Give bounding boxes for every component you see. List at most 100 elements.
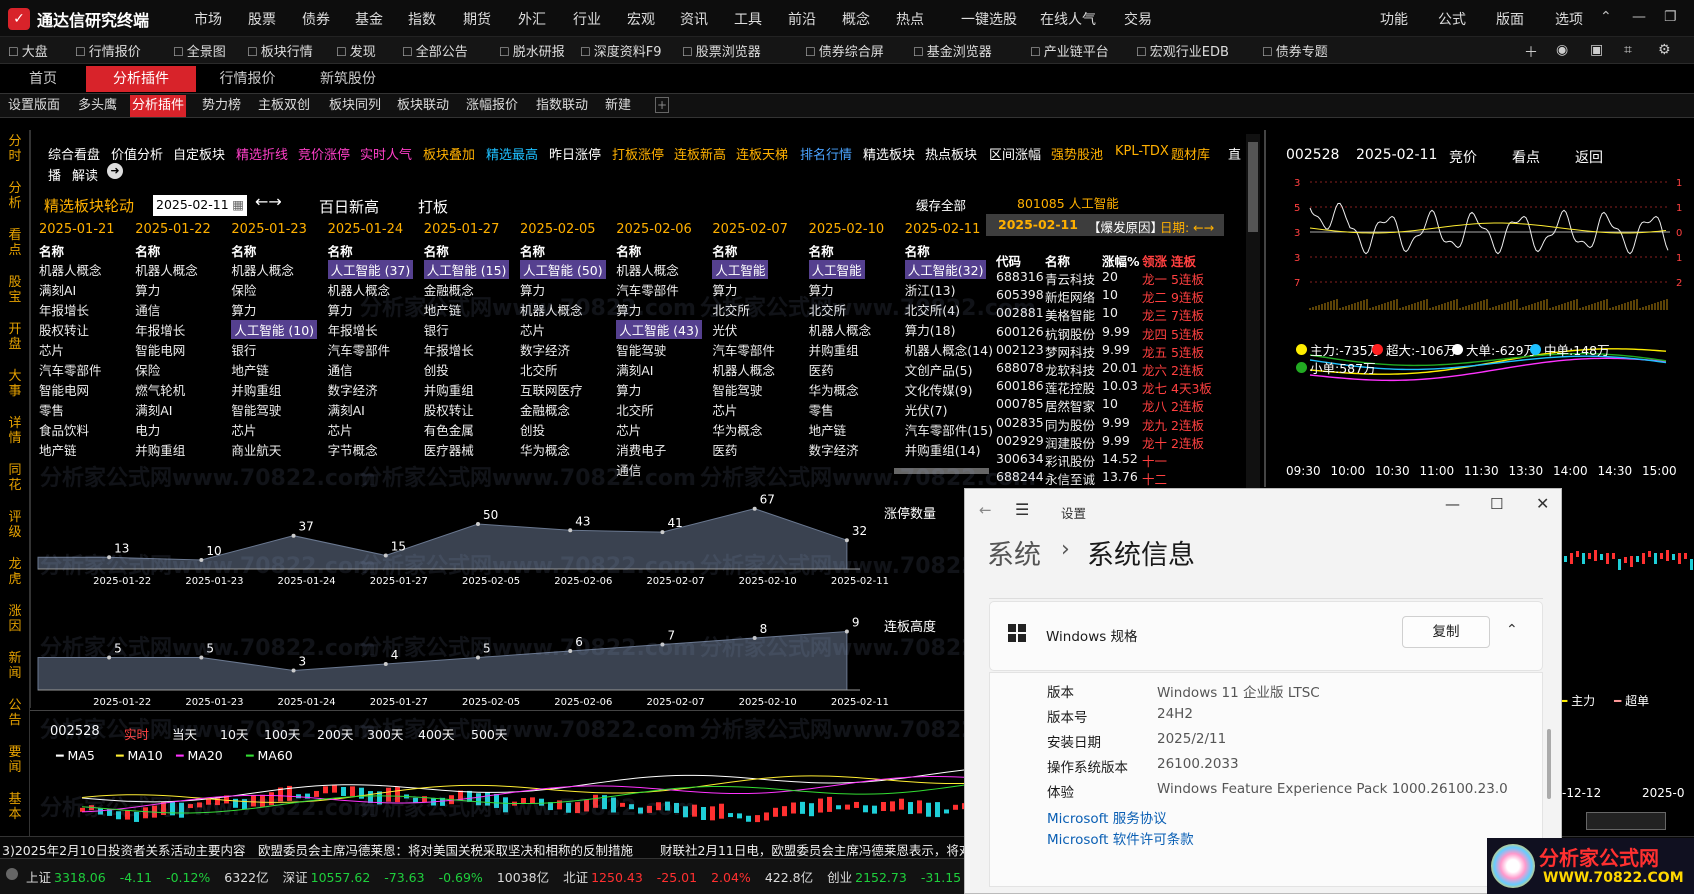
sector-cell[interactable]: 汽车零部件 <box>328 340 391 359</box>
menu-item[interactable]: 期货 <box>463 9 491 29</box>
sub-tab[interactable]: 设置版面 <box>6 95 62 117</box>
minimize-icon[interactable]: — <box>1632 9 1646 25</box>
sector-cell[interactable]: 股权转让 <box>424 400 474 419</box>
sub-tab[interactable]: 新建 <box>603 95 633 117</box>
toolbar-button[interactable]: ☐ 基金浏览器 <box>913 41 992 60</box>
specs-header[interactable]: Windows 规格 复制 ⌃ <box>989 601 1543 671</box>
sector-cell[interactable]: 股权转让 <box>39 320 89 339</box>
left-nav-item[interactable]: 同花 <box>8 463 22 493</box>
category-item[interactable]: 区间涨幅 <box>989 144 1041 163</box>
menu-item[interactable]: 行业 <box>573 9 601 29</box>
sector-cell[interactable]: 创投 <box>424 360 449 379</box>
tab-auction[interactable]: 竞价 <box>1449 147 1477 167</box>
date-picker[interactable]: 2025-02-11 ▦ <box>153 195 247 216</box>
sector-cell[interactable]: 芯片 <box>39 340 64 359</box>
menu-item[interactable]: 基金 <box>355 9 383 29</box>
menu-item-right[interactable]: 版面 <box>1496 9 1524 29</box>
sub-tab[interactable]: 板块联动 <box>395 95 451 117</box>
sector-cell[interactable]: 金融概念 <box>520 400 570 419</box>
left-nav-item[interactable]: 股宝 <box>8 275 22 305</box>
sector-cell[interactable]: 满刻AI <box>328 400 365 419</box>
back-icon[interactable]: ← <box>979 501 992 519</box>
limit-cell[interactable]: 梦网科技 <box>1045 342 1095 361</box>
category-item[interactable]: 昨日涨停 <box>549 144 601 163</box>
category-item[interactable]: 竞价涨停 <box>298 144 350 163</box>
limit-cell[interactable]: 居然智家 <box>1045 396 1095 415</box>
menu-item[interactable]: 股票 <box>248 9 276 29</box>
sector-cell[interactable]: 光伏(7) <box>905 400 948 419</box>
sub-tab[interactable]: 主板双创 <box>256 95 312 117</box>
sector-cell[interactable]: 燃气轮机 <box>135 380 185 399</box>
globe-icon[interactable]: ◉ <box>1556 42 1568 58</box>
left-nav-item[interactable]: 开盘 <box>8 322 22 352</box>
sector-cell[interactable]: 通信 <box>135 300 160 319</box>
sector-cell[interactable]: 并购重组 <box>135 440 185 459</box>
sector-cell[interactable]: 华为概念 <box>712 420 762 439</box>
category-item[interactable]: KPL-TDX <box>1115 144 1169 159</box>
ticker-item[interactable]: 财联社2月11日电，欧盟委员会主席冯德莱恩表示，将对美 <box>660 840 984 859</box>
sector-cell[interactable]: 算力(18) <box>905 320 956 339</box>
sector-cell[interactable]: 机器人概念 <box>809 320 872 339</box>
sector-cell[interactable]: 智能电网 <box>39 380 89 399</box>
sector-cell[interactable]: 互联网医疗 <box>520 380 583 399</box>
left-nav-item[interactable]: 看点 <box>8 228 22 258</box>
left-nav-item[interactable]: 评级 <box>8 510 22 540</box>
dialog-link[interactable]: Microsoft 服务协议 <box>1047 807 1167 827</box>
sector-cell[interactable]: 零售 <box>39 400 64 419</box>
toolbar-button[interactable]: ☐ 产业链平台 <box>1030 41 1109 60</box>
sector-cell[interactable]: 芯片 <box>328 420 353 439</box>
toolbar-button[interactable]: ☐ 股票浏览器 <box>682 41 761 60</box>
toolbar-button[interactable]: ☐ 脱水研报 <box>499 41 565 60</box>
sector-cell[interactable]: 通信 <box>328 360 353 379</box>
sector-cell[interactable]: 华为概念 <box>809 380 859 399</box>
category-item[interactable]: 播 <box>48 165 61 184</box>
sub-tab[interactable]: 多头鹰 <box>76 95 119 117</box>
sector-cell[interactable]: 机器人概念(14) <box>905 340 993 359</box>
toolbar-button[interactable]: ☐ 全部公告 <box>402 41 468 60</box>
left-nav-item[interactable]: 分时 <box>8 134 22 164</box>
sector-cell[interactable]: 保险 <box>135 360 160 379</box>
menu-item[interactable]: 外汇 <box>518 9 546 29</box>
sector-cell[interactable]: 光伏 <box>712 320 737 339</box>
toolbar-button[interactable]: ☐ 债券专题 <box>1262 41 1328 60</box>
category-item[interactable]: 热点板块 <box>925 144 977 163</box>
toolbar-button[interactable]: ☐ 债券综合屏 <box>805 41 884 60</box>
sector-cell[interactable]: 食品饮料 <box>39 420 89 439</box>
sector-cell[interactable]: 年报增长 <box>424 340 474 359</box>
ticker-item[interactable]: 欧盟委员会主席冯德莱恩：将对美国关税采取坚决和相称的反制措施 <box>258 840 633 859</box>
limit-cell[interactable]: 新炬网络 <box>1045 287 1095 306</box>
cache-all-button[interactable]: 缓存全部 <box>916 195 966 214</box>
range-scroller[interactable] <box>1586 812 1666 830</box>
left-nav-item[interactable]: 大事 <box>8 369 22 399</box>
sector-cell[interactable]: 文化传媒(9) <box>905 380 973 399</box>
sector-cell[interactable]: 汽车零部件(15) <box>905 420 993 439</box>
sector-cell[interactable]: 并购重组 <box>424 380 474 399</box>
sector-cell[interactable]: 年报增长 <box>39 300 89 319</box>
category-item[interactable]: 板块叠加 <box>423 144 475 163</box>
sector-cell[interactable]: 算力 <box>328 300 353 319</box>
left-nav-item[interactable]: 涨因 <box>8 604 22 634</box>
sector-cell[interactable]: 智能驾驶 <box>712 380 762 399</box>
category-item[interactable]: 解读 <box>72 165 98 184</box>
menu-item[interactable]: 一键选股 <box>961 9 1017 29</box>
sector-cell[interactable]: 满刻AI <box>616 360 653 379</box>
sector-cell[interactable]: 字节概念 <box>328 440 378 459</box>
toolbar-button[interactable]: ☐ 行情报价 <box>75 41 141 60</box>
menu-item[interactable]: 宏观 <box>627 9 655 29</box>
menu-item[interactable]: 在线人气 <box>1040 9 1096 29</box>
limit-cell[interactable]: 688078 <box>996 360 1044 375</box>
sector-cell[interactable]: 满刻AI <box>135 400 172 419</box>
sector-cell[interactable]: 满刻AI <box>39 280 76 299</box>
left-nav-item[interactable]: 龙虎 <box>8 557 22 587</box>
limit-cell[interactable]: 龙软科技 <box>1045 360 1095 379</box>
back-button[interactable]: 返回 <box>1575 147 1603 167</box>
sector-cell[interactable]: 有色金属 <box>424 420 474 439</box>
breadcrumb-system[interactable]: 系统 <box>987 533 1041 572</box>
sector-cell[interactable]: 汽车零部件 <box>712 340 775 359</box>
left-nav-item[interactable]: 要闻 <box>8 745 22 775</box>
sector-cell[interactable]: 银行 <box>424 320 449 339</box>
sector-cell[interactable]: 文创产品(5) <box>905 360 973 379</box>
add-icon[interactable]: ＋ <box>1524 42 1538 62</box>
left-nav-item[interactable]: 分析 <box>8 181 22 211</box>
sector-cell[interactable]: 智能驾驶 <box>231 400 281 419</box>
